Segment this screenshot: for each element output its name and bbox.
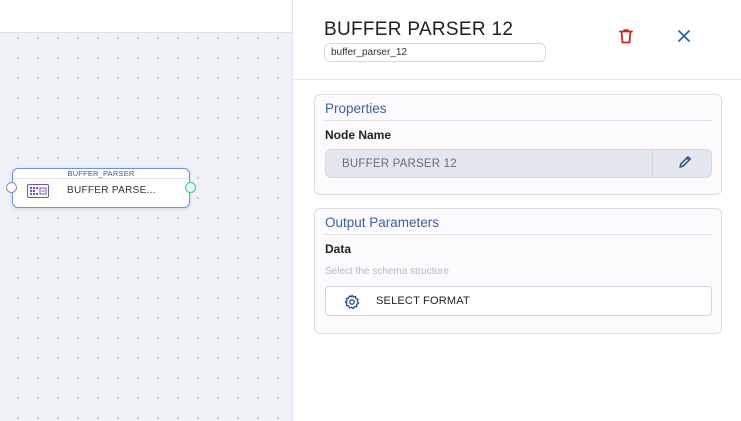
select-format-label: SELECT FORMAT [376, 295, 470, 307]
divider [324, 234, 712, 235]
output-parameters-section: Output Parameters Data Select the schema… [314, 208, 722, 334]
trash-icon [617, 27, 635, 50]
divider [652, 150, 653, 177]
node-name-field[interactable]: BUFFER PARSER 12 [325, 149, 712, 178]
properties-section: Properties Node Name BUFFER PARSER 12 [314, 94, 722, 195]
pencil-icon [676, 153, 694, 176]
divider [324, 120, 712, 121]
buffer-parser-node[interactable]: BUFFER_PARSER BUFFER PARSE... [6, 168, 196, 208]
node-type-label: BUFFER_PARSER [13, 169, 189, 179]
close-panel-button[interactable] [671, 25, 697, 51]
node-name-label: Node Name [325, 128, 392, 142]
data-label: Data [325, 242, 352, 256]
close-icon [676, 28, 692, 49]
node-input-port[interactable] [6, 182, 17, 193]
node-name-value: BUFFER PARSER 12 [342, 158, 457, 170]
properties-heading: Properties [325, 101, 387, 116]
node-output-port[interactable] [185, 182, 196, 193]
canvas-toolbar-strip [0, 0, 292, 33]
flow-canvas[interactable]: BUFFER_PARSER BUFFER PARSE... [0, 0, 292, 421]
edit-node-name-button[interactable] [672, 151, 698, 177]
select-format-button[interactable]: SELECT FORMAT [325, 286, 712, 316]
panel-title: BUFFER PARSER 12 [324, 19, 514, 40]
delete-node-button[interactable] [613, 25, 639, 51]
output-parameters-heading: Output Parameters [325, 215, 440, 230]
schema-hint-text: Select the schema structure [325, 266, 449, 277]
panel-header: BUFFER PARSER 12 buffer_parser_12 [293, 0, 741, 80]
node-settings-panel: BUFFER PARSER 12 buffer_parser_12 Proper… [292, 0, 741, 421]
binary-data-icon [27, 184, 49, 198]
gear-icon [344, 294, 360, 310]
node-id-field[interactable]: buffer_parser_12 [324, 43, 546, 62]
node-label: BUFFER PARSE... [67, 185, 156, 196]
